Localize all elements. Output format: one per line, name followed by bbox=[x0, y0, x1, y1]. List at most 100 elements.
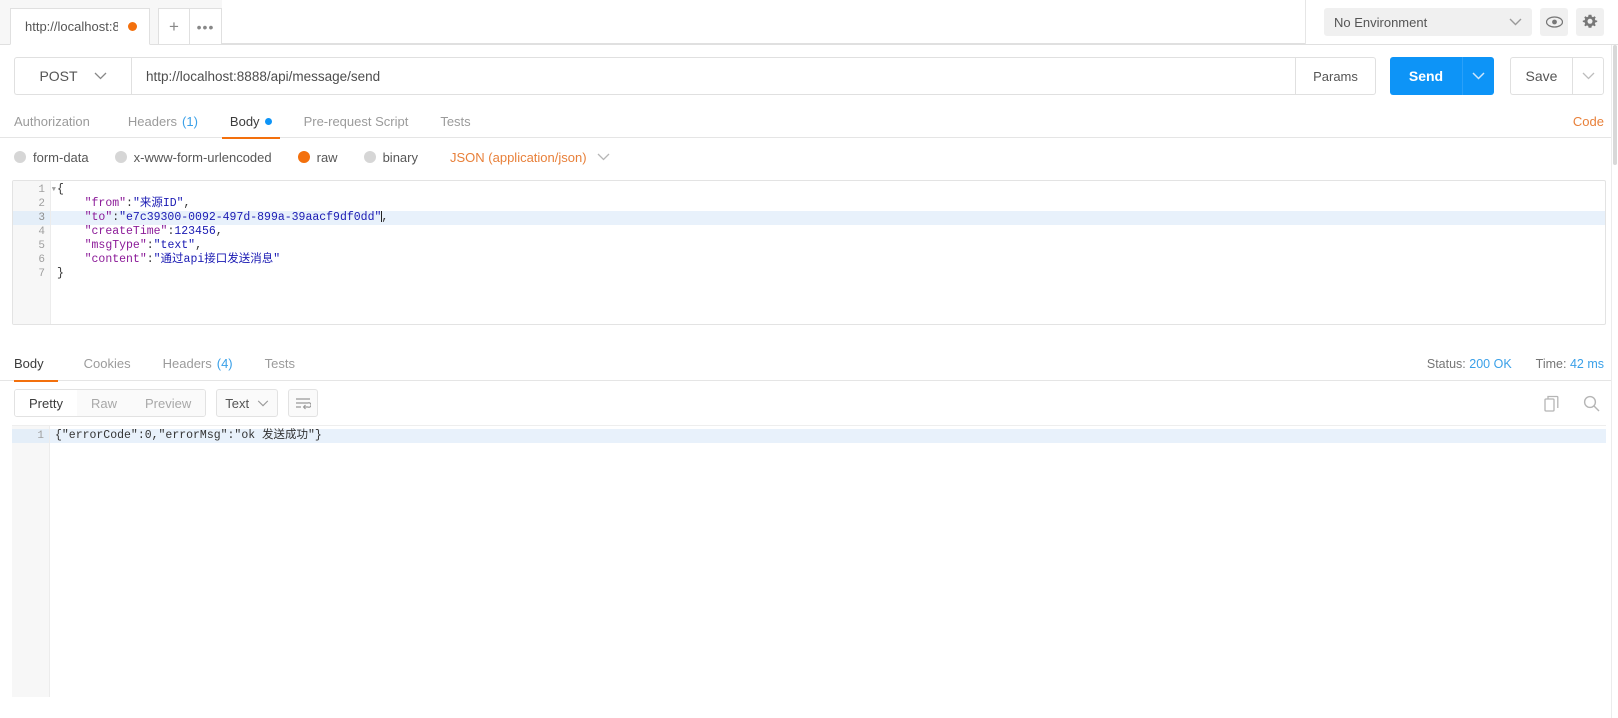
response-tab-headers[interactable]: Headers (4) bbox=[147, 347, 249, 381]
gear-icon bbox=[1582, 14, 1598, 30]
view-mode-raw[interactable]: Raw bbox=[76, 390, 131, 416]
code-line: } bbox=[51, 267, 1605, 281]
body-type-urlencoded-label: x-www-form-urlencoded bbox=[133, 149, 272, 165]
response-tab-headers-label: Headers bbox=[162, 356, 212, 371]
save-button[interactable]: Save bbox=[1510, 57, 1572, 95]
request-url-input[interactable]: http://localhost:8888/api/message/send bbox=[131, 57, 1296, 95]
code-token-key: "content" bbox=[84, 253, 147, 266]
new-tab-button[interactable]: + bbox=[158, 8, 190, 45]
tab-body[interactable]: Body bbox=[214, 105, 288, 139]
view-mode-pretty[interactable]: Pretty bbox=[15, 390, 77, 416]
content-type-select[interactable]: JSON (application/json) bbox=[450, 150, 610, 165]
line-number: 1 bbox=[12, 429, 49, 443]
environment-select[interactable]: No Environment bbox=[1324, 8, 1532, 36]
params-button[interactable]: Params bbox=[1296, 57, 1376, 95]
radio-checked-icon bbox=[297, 151, 310, 163]
response-tab-tests[interactable]: Tests bbox=[249, 347, 311, 381]
response-view-mode-group: Pretty Raw Preview bbox=[14, 389, 207, 417]
body-type-raw[interactable]: raw bbox=[297, 150, 338, 165]
tab-headers-count: (1) bbox=[182, 113, 198, 129]
line-number: 4 bbox=[38, 226, 45, 238]
line-number-text: 1 bbox=[38, 184, 45, 196]
tab-body-label: Body bbox=[229, 113, 260, 129]
environment-quick-look-button[interactable] bbox=[1540, 8, 1568, 36]
code-token-comma: , bbox=[215, 225, 223, 238]
code-link[interactable]: Code bbox=[1573, 114, 1604, 129]
code-token-value: "通过api接口发送消息" bbox=[153, 253, 281, 266]
response-code[interactable]: {"errorCode":0,"errorMsg":"ok 发送成功"} bbox=[50, 426, 1606, 697]
body-type-binary[interactable]: binary bbox=[363, 149, 418, 165]
code-line: "from":"来源ID", bbox=[51, 197, 1605, 211]
code-line: "to":"e7c39300-0092-497d-899a-39aacf9df0… bbox=[51, 211, 1605, 225]
radio-icon bbox=[363, 151, 376, 163]
code-token-comma: , bbox=[183, 197, 191, 210]
line-number: 2 bbox=[38, 198, 45, 210]
send-options-button[interactable] bbox=[1462, 57, 1494, 95]
code-token-colon: : bbox=[146, 253, 154, 266]
code-token-value: "text" bbox=[153, 239, 196, 252]
line-number: 1 ▼ bbox=[13, 183, 56, 197]
tab-headers[interactable]: Headers (1) bbox=[112, 105, 214, 138]
tab-pre-request-script-label: Pre-request Script bbox=[303, 113, 409, 129]
body-type-urlencoded[interactable]: x-www-form-urlencoded bbox=[114, 149, 272, 165]
request-tab-title: http://localhost:888 bbox=[25, 19, 118, 34]
environment-area: No Environment bbox=[1305, 0, 1618, 44]
copy-icon[interactable] bbox=[1544, 395, 1561, 412]
settings-button[interactable] bbox=[1576, 8, 1604, 36]
word-wrap-button[interactable] bbox=[288, 389, 319, 417]
line-number: 6 bbox=[38, 254, 45, 266]
scrollbar-thumb[interactable] bbox=[1613, 45, 1617, 165]
request-url-value: http://localhost:8888/api/message/send bbox=[146, 68, 381, 84]
response-format-select[interactable]: Text bbox=[216, 389, 279, 417]
chevron-down-icon bbox=[257, 399, 269, 407]
tab-tests[interactable]: Tests bbox=[424, 105, 486, 138]
request-body-editor[interactable]: 1 ▼ 2 3 4 5 6 7 { "from":"来源ID", "to":"e… bbox=[12, 180, 1606, 325]
code-token-key: "createTime" bbox=[84, 225, 168, 238]
tab-pre-request-script[interactable]: Pre-request Script bbox=[288, 105, 425, 138]
code-token-colon: : bbox=[126, 197, 133, 210]
save-group: Save bbox=[1510, 57, 1604, 95]
tab-authorization[interactable]: Authorization bbox=[14, 105, 112, 138]
code-token-key: "from" bbox=[84, 197, 127, 210]
view-mode-preview[interactable]: Preview bbox=[130, 390, 206, 416]
search-icon[interactable] bbox=[1583, 395, 1600, 412]
line-number: 7 bbox=[38, 268, 45, 280]
response-format-label: Text bbox=[225, 395, 250, 411]
body-type-binary-label: binary bbox=[382, 149, 418, 165]
response-body-viewer[interactable]: 1 {"errorCode":0,"errorMsg":"ok 发送成功"} bbox=[12, 425, 1606, 697]
save-options-button[interactable] bbox=[1572, 57, 1604, 95]
tab-headers-label: Headers bbox=[127, 113, 178, 129]
radio-icon bbox=[14, 151, 26, 163]
request-editor-gutter: 1 ▼ 2 3 4 5 6 7 bbox=[13, 181, 56, 324]
body-type-form-data[interactable]: form-data bbox=[14, 150, 89, 165]
http-method-select[interactable]: POST bbox=[14, 57, 131, 95]
tab-authorization-label: Authorization bbox=[14, 113, 90, 129]
tab-tests-label: Tests bbox=[440, 113, 471, 129]
body-modified-dot-icon bbox=[264, 117, 272, 125]
code-token-comma: , bbox=[195, 239, 202, 252]
line-number: 5 bbox=[38, 240, 45, 252]
chevron-down-icon bbox=[1509, 18, 1522, 26]
time-label: Time: bbox=[1535, 356, 1567, 371]
response-tab-body[interactable]: Body bbox=[14, 347, 68, 382]
http-method-label: POST bbox=[39, 68, 78, 84]
tab-options-button[interactable]: ••• bbox=[190, 8, 222, 45]
chevron-down-icon bbox=[597, 153, 610, 161]
code-token-key: "msgType" bbox=[84, 239, 147, 252]
tab-bar-left: http://localhost:888 + ••• bbox=[0, 0, 222, 45]
body-type-row: form-data x-www-form-urlencoded raw bina… bbox=[0, 138, 1618, 176]
postman-window: http://localhost:888 + ••• No Environmen… bbox=[0, 0, 1618, 718]
code-token-comma: , bbox=[381, 211, 389, 224]
send-button[interactable]: Send bbox=[1390, 57, 1462, 95]
response-tab-cookies[interactable]: Cookies bbox=[68, 347, 147, 381]
content-type-label: JSON (application/json) bbox=[450, 149, 587, 165]
vertical-scrollbar[interactable] bbox=[1612, 45, 1618, 718]
code-token: { bbox=[57, 183, 64, 196]
word-wrap-icon bbox=[295, 397, 312, 410]
response-tab-tests-label: Tests bbox=[264, 356, 295, 371]
tab-bar-spacer bbox=[222, 0, 1305, 44]
time-badge: Time: 42 ms bbox=[1536, 357, 1604, 371]
request-editor-code[interactable]: { "from":"来源ID", "to":"e7c39300-0092-497… bbox=[51, 181, 1605, 324]
code-line: { bbox=[51, 183, 1605, 197]
request-tab[interactable]: http://localhost:888 bbox=[10, 8, 150, 45]
